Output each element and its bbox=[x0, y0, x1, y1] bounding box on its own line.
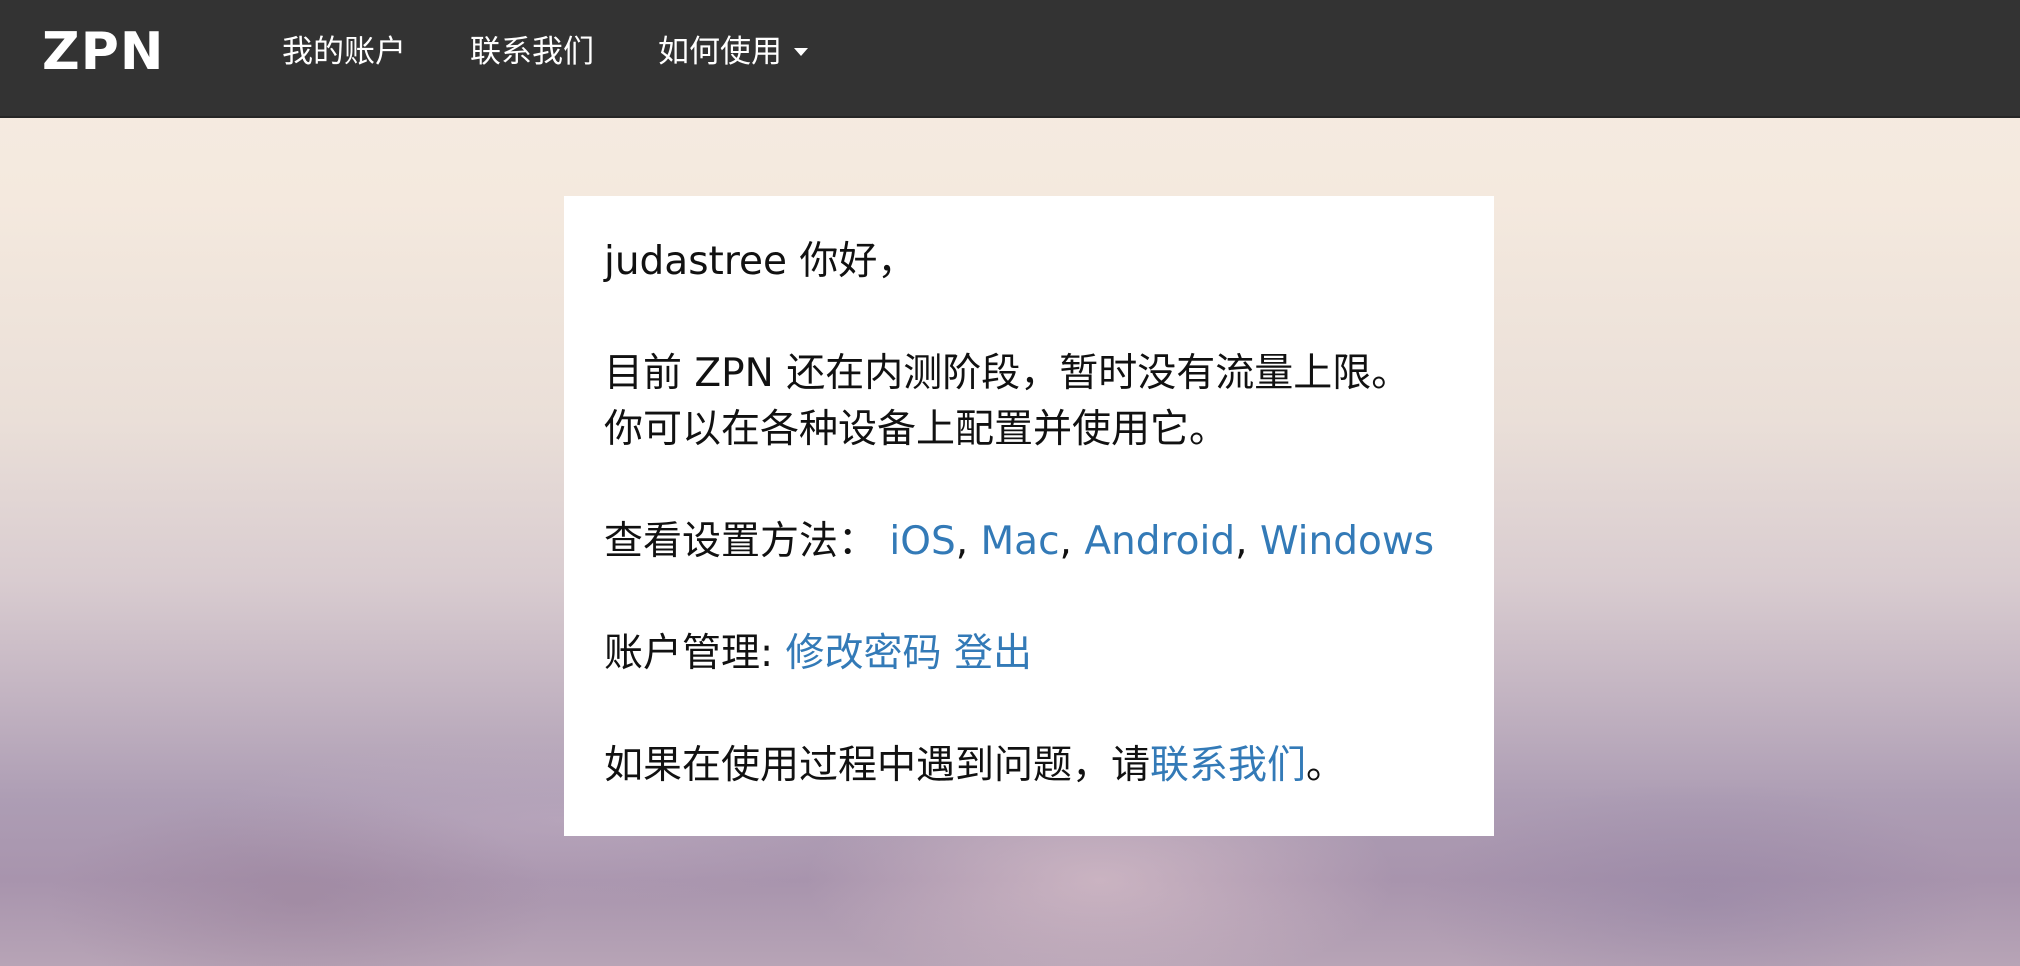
separator: , bbox=[1059, 519, 1072, 564]
nav-how-to-use-label: 如何使用 bbox=[658, 34, 782, 70]
notice-line-1: 目前 ZPN 还在内测阶段，暂时没有流量上限。 bbox=[604, 351, 1411, 396]
top-navbar: ZPN 我的账户 联系我们 如何使用 bbox=[0, 0, 2020, 118]
help-prefix: 如果在使用过程中遇到问题，请 bbox=[604, 743, 1151, 788]
account-management: 账户管理: 修改密码 登出 bbox=[604, 626, 1454, 682]
greeting-text: judastree 你好， bbox=[604, 239, 917, 284]
account-label: 账户管理: bbox=[604, 631, 786, 676]
nav-how-to-use-dropdown[interactable]: 如何使用 bbox=[658, 26, 808, 71]
help-text: 如果在使用过程中遇到问题，请联系我们。 bbox=[604, 738, 1454, 794]
contact-us-link[interactable]: 联系我们 bbox=[1150, 743, 1306, 788]
setup-label: 查看设置方法： bbox=[604, 519, 878, 564]
link-android[interactable]: Android bbox=[1084, 519, 1235, 564]
nav-my-account[interactable]: 我的账户 bbox=[282, 26, 406, 71]
caret-down-icon bbox=[794, 47, 808, 56]
setup-guides: 查看设置方法： iOS, Mac, Android, Windows bbox=[604, 514, 1454, 570]
brand-logo[interactable]: ZPN bbox=[42, 22, 164, 82]
change-password-link[interactable]: 修改密码 bbox=[786, 631, 942, 676]
account-card: judastree 你好， 目前 ZPN 还在内测阶段，暂时没有流量上限。 你可… bbox=[564, 196, 1494, 836]
logout-link[interactable]: 登出 bbox=[954, 631, 1032, 676]
link-windows[interactable]: Windows bbox=[1260, 519, 1434, 564]
link-mac[interactable]: Mac bbox=[981, 519, 1060, 564]
notice-line-2: 你可以在各种设备上配置并使用它。 bbox=[604, 407, 1229, 452]
nav-contact-us[interactable]: 联系我们 bbox=[470, 26, 594, 71]
help-suffix: 。 bbox=[1306, 743, 1346, 788]
separator: , bbox=[1235, 519, 1248, 564]
separator: , bbox=[955, 519, 969, 564]
link-ios[interactable]: iOS bbox=[889, 519, 955, 564]
